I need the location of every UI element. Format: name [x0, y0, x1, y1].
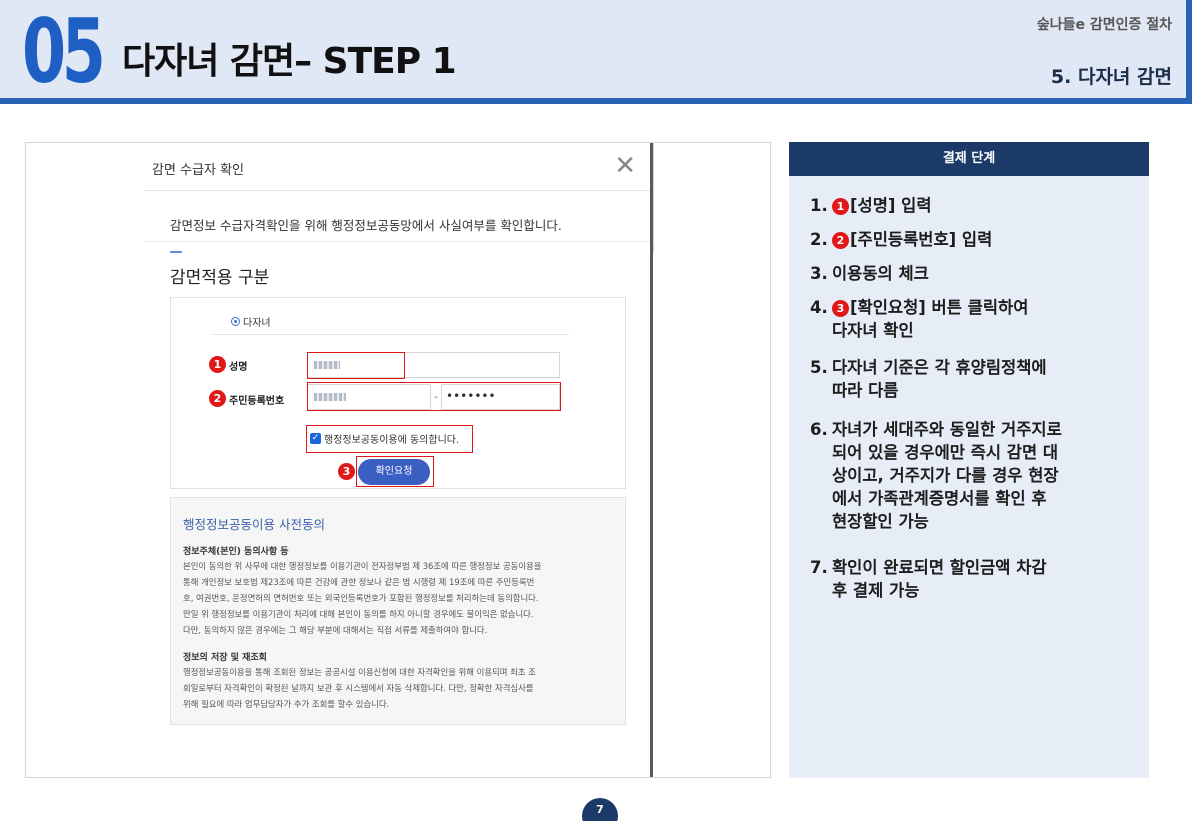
step-number: 4.	[810, 298, 828, 317]
step-7: 7. 확인이 완료되면 할인금액 차감 후 결제 가능	[810, 556, 1047, 602]
step-6: 6. 자녀가 세대주와 동일한 거주지로 되어 있을 경우에만 즉시 감면 대 상…	[810, 418, 1062, 533]
step-number: 5.	[810, 358, 828, 377]
page-number: 7	[582, 798, 618, 821]
modal-header: 감면 수급자 확인 ✕	[144, 143, 650, 191]
rrn-label: 주민등록번호	[229, 396, 285, 407]
step-number: 2.	[810, 230, 828, 249]
step-text-cont: 다자녀 확인	[832, 321, 914, 340]
header-edge	[1186, 0, 1192, 104]
step-badge: 2	[832, 232, 849, 249]
header-section: 5. 다자녀 감면	[1050, 66, 1172, 88]
step-text: 다자녀 기준은 각 휴양림정책에	[832, 358, 1047, 377]
agree-checkbox-row[interactable]: ✓ 행정정보공동이용에 동의합니다.	[310, 431, 459, 446]
step-badge: 3	[832, 300, 849, 317]
highlight-name	[307, 352, 405, 379]
header-underline	[0, 98, 1192, 104]
consent-subtitle-2: 정보의 저장 및 재조회	[183, 653, 267, 663]
highlight-confirm	[356, 456, 434, 487]
step-5: 5. 다자녀 기준은 각 휴양림정책에 따라 다름	[810, 356, 1047, 402]
header-subtitle: 숲나들e 감면인증 절차	[1036, 17, 1172, 33]
background-edge	[653, 143, 654, 253]
step-number: 3.	[810, 264, 828, 283]
form-divider	[211, 334, 569, 335]
radio-icon[interactable]	[231, 317, 240, 326]
close-icon[interactable]: ✕	[614, 151, 636, 181]
step-text: [확인요청] 버튼 클릭하여	[850, 298, 1029, 317]
consent-text-1: 본인이 동의한 위 사무에 대한 행정정보를 이용기관이 전자정부법 제 36조…	[183, 561, 542, 635]
checkbox-checked-icon[interactable]: ✓	[310, 433, 321, 444]
badge-2: 2	[209, 390, 226, 407]
section-accent	[170, 251, 182, 253]
radio-multichild[interactable]: 다자녀	[231, 314, 271, 329]
highlight-rrn	[307, 382, 561, 411]
step-text: [주민등록번호] 입력	[850, 230, 993, 249]
step-4: 4. 3 [확인요청] 버튼 클릭하여 다자녀 확인	[810, 296, 1028, 342]
divider	[144, 241, 650, 242]
steps-panel: 결제 단계 1. 1 [성명] 입력 2. 2 [주민등록번호] 입력 3. 이용동의 체…	[789, 142, 1149, 778]
section-title: 감면적용 구분	[170, 268, 270, 288]
step-number: 7.	[810, 558, 828, 577]
agree-label: 행정정보공동이용에 동의합니다.	[324, 435, 460, 446]
verification-modal: 감면 수급자 확인 ✕ 감면정보 수급자격확인을 위해 행정정보공동망에서 사실…	[144, 143, 650, 777]
step-text-cont: 후 결제 가능	[832, 581, 920, 600]
step-number: 1.	[810, 196, 828, 215]
consent-subtitle-1: 정보주체(본인) 동의사항 등	[183, 547, 289, 557]
step-text: 자녀가 세대주와 동일한 거주지로	[832, 420, 1062, 439]
step-text-cont: 되어 있을 경우에만 즉시 감면 대 상이고, 거주지가 다를 경우 현장 에서…	[832, 443, 1059, 531]
consent-title: 행정정보공동이용 사전동의	[183, 517, 325, 532]
badge-3: 3	[338, 463, 355, 480]
radio-label: 다자녀	[243, 318, 271, 329]
name-label: 성명	[229, 362, 248, 373]
consent-box: 행정정보공동이용 사전동의 정보주체(본인) 동의사항 등 본인이 동의한 위 …	[170, 497, 626, 725]
panel-header: 결제 단계	[789, 142, 1149, 176]
modal-title: 감면 수급자 확인	[152, 163, 244, 178]
step-badge: 1	[832, 198, 849, 215]
step-text: [성명] 입력	[850, 196, 932, 215]
consent-text-2: 행정정보공동이용을 통해 조회된 정보는 공공시설 이용신청에 대한 자격확인을…	[183, 667, 536, 709]
step-text: 이용동의 체크	[832, 264, 929, 283]
step-1: 1. 1 [성명] 입력	[810, 194, 932, 217]
step-number: 6.	[810, 420, 828, 439]
step-3: 3. 이용동의 체크	[810, 262, 929, 285]
step-text: 확인이 완료되면 할인금액 차감	[832, 558, 1047, 577]
step-2: 2. 2 [주민등록번호] 입력	[810, 228, 992, 251]
modal-description: 감면정보 수급자격확인을 위해 행정정보공동망에서 사실여부를 확인합니다.	[170, 218, 562, 233]
badge-1: 1	[209, 356, 226, 373]
chapter-number: 05	[22, 0, 106, 103]
screenshot-frame: 감면 수급자 확인 ✕ 감면정보 수급자격확인을 위해 행정정보공동망에서 사실…	[25, 142, 771, 778]
page-title: 다자녀 감면– STEP 1	[122, 41, 457, 82]
step-text-cont: 따라 다름	[832, 381, 899, 400]
